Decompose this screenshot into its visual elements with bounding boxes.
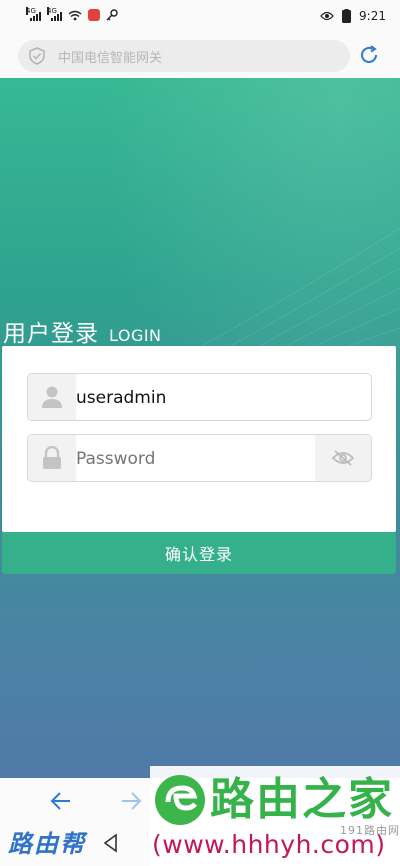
watermark-brand: 路由之家 (www.hhhyh.com) 191路由网	[150, 766, 400, 866]
eye-comfort-icon	[320, 11, 334, 21]
reload-icon[interactable]	[358, 44, 380, 66]
lock-icon	[43, 446, 61, 469]
system-back-icon[interactable]	[100, 832, 122, 854]
login-title-en: LOGIN	[109, 326, 162, 345]
signal-icon-sim2: 4G	[47, 7, 62, 21]
password-input[interactable]	[76, 435, 318, 483]
signal-icon-sim1: 4G	[26, 7, 41, 21]
brand-logo-icon	[155, 775, 205, 825]
login-button[interactable]: 确认登录	[2, 532, 396, 574]
shield-icon	[29, 47, 45, 65]
wifi-icon	[68, 10, 82, 20]
forward-arrow-icon[interactable]	[118, 788, 144, 814]
username-field	[27, 373, 372, 422]
brand-sub: 191路由网	[340, 824, 400, 837]
toggle-password-visibility[interactable]	[315, 435, 371, 481]
url-text: 中国电信智能网关	[58, 50, 163, 66]
back-arrow-icon[interactable]	[48, 788, 74, 814]
brand-name: 路由之家	[210, 774, 394, 825]
eye-off-icon	[331, 450, 355, 466]
login-card: 确认登录	[2, 346, 396, 574]
user-icon	[42, 386, 62, 408]
status-bar: 4G 4G 9:21	[0, 0, 400, 36]
username-icon-cell	[28, 374, 76, 420]
watermark-left: 路由帮	[8, 829, 86, 858]
password-field	[27, 434, 372, 483]
key-icon	[106, 9, 118, 21]
password-icon-cell	[28, 435, 76, 481]
status-time: 9:21	[359, 9, 386, 23]
login-background: 用户登录 LOGIN useradmin 确认登录	[0, 78, 400, 778]
username-input[interactable]	[76, 374, 362, 422]
app-notification-icon	[88, 9, 100, 21]
address-bar: 中国电信智能网关	[0, 36, 400, 78]
login-title-cn: 用户登录	[3, 321, 99, 347]
battery-icon	[342, 9, 352, 23]
login-title: 用户登录 LOGIN	[3, 314, 162, 348]
url-field[interactable]: 中国电信智能网关	[18, 40, 350, 72]
